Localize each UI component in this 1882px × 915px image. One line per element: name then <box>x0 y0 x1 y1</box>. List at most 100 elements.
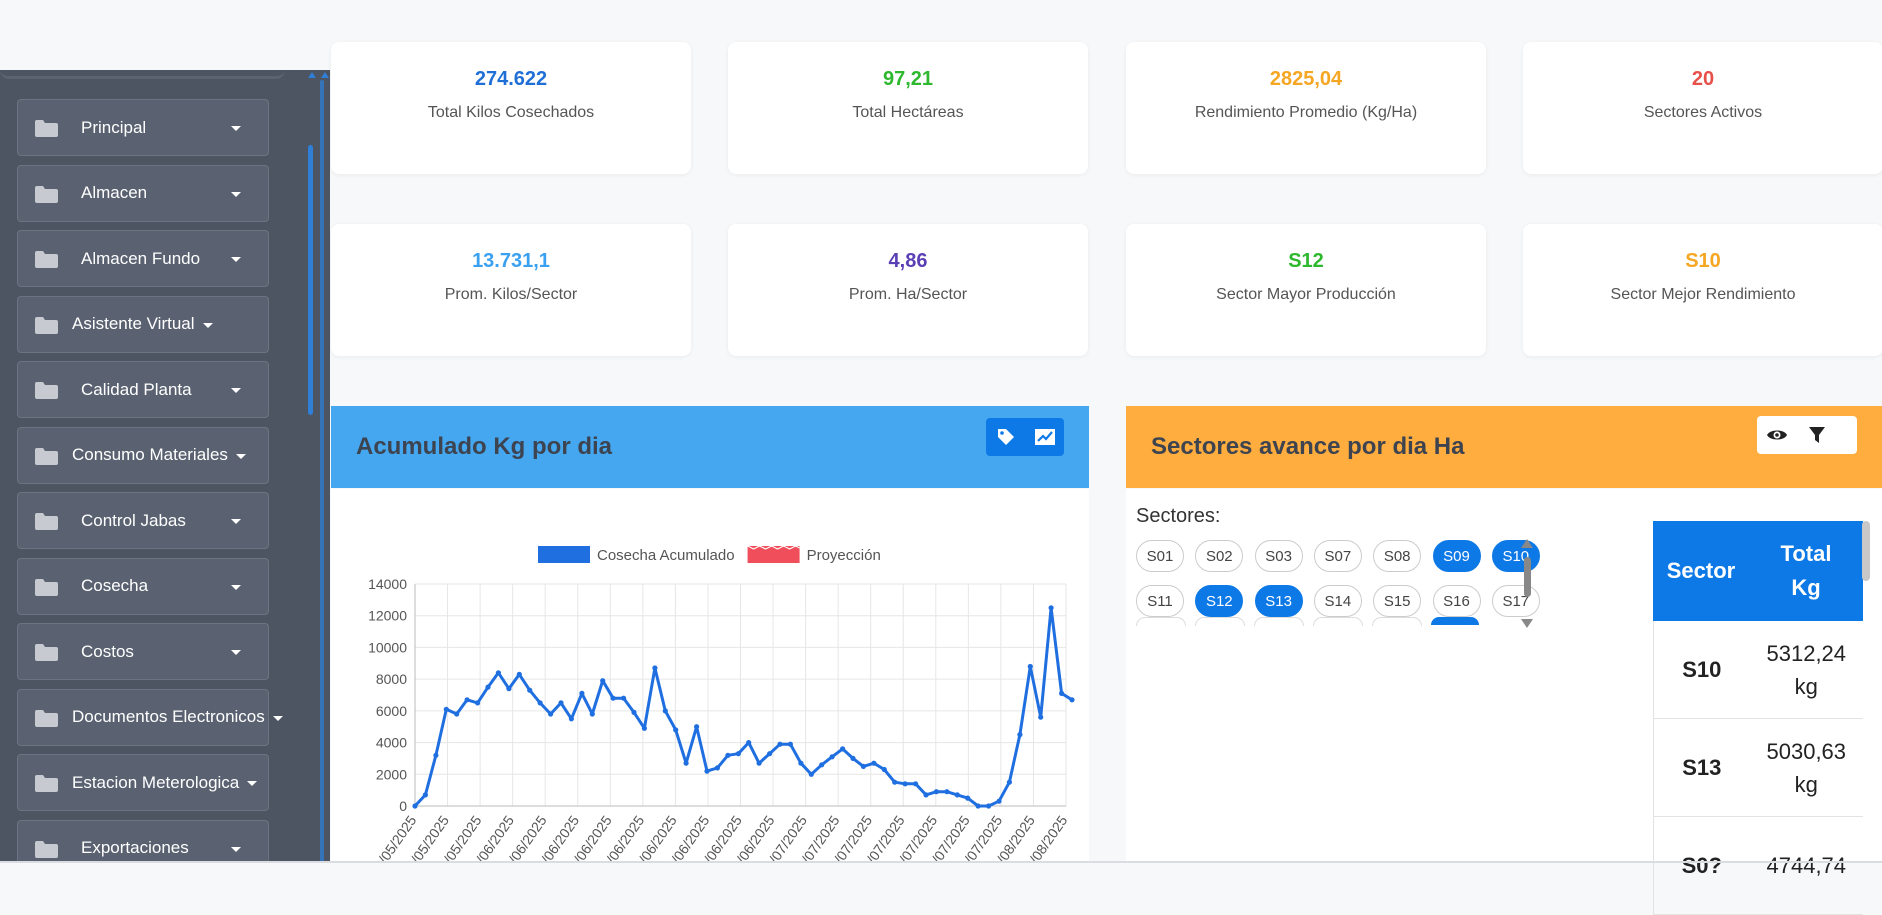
sector-chip-s14[interactable]: S14 <box>1313 585 1362 617</box>
folder-icon <box>35 513 58 530</box>
kpi-card: 4,86 Prom. Ha/Sector <box>728 224 1088 356</box>
sidebar-item-label: Costos <box>81 641 134 661</box>
data-point <box>506 686 512 692</box>
caret-down-icon <box>231 519 241 524</box>
sector-chip-s17[interactable]: S17 <box>1491 585 1540 617</box>
eye-button[interactable] <box>1757 416 1797 454</box>
filter-button[interactable] <box>1797 416 1837 454</box>
sector-panel-title: Sectores avance por dia Ha <box>1151 433 1465 460</box>
sector-chip-s03[interactable]: S03 <box>1254 540 1303 572</box>
data-point <box>454 711 460 717</box>
sector-chip-s15[interactable]: S15 <box>1373 585 1422 617</box>
sidebar-item-label: Principal <box>81 117 147 137</box>
table-cell-total: 5312,24 kg <box>1766 640 1847 699</box>
sector-chip-s08[interactable]: S08 <box>1373 540 1422 572</box>
data-point <box>1038 714 1044 720</box>
data-point <box>673 727 679 733</box>
eye-icon <box>1767 430 1787 440</box>
kpi-caption: Sectores Activos <box>1643 104 1763 121</box>
folder-icon <box>35 709 58 727</box>
chips-scroll-up-icon[interactable] <box>1521 539 1533 548</box>
data-point <box>735 751 741 757</box>
kpi-value: 20 <box>1691 68 1715 90</box>
caret-down-icon <box>236 453 246 459</box>
kpi-card: S12 Sector Mayor Producción <box>1126 224 1486 356</box>
sidebar-item-principal[interactable]: Principal <box>17 99 269 156</box>
folder-icon <box>35 840 58 858</box>
table-row: S13 5030,63 kg <box>1653 719 1863 817</box>
kpi-card: 2825,04 Rendimiento Promedio (Kg/Ha) <box>1126 42 1486 174</box>
chip-row-partial <box>1136 617 1496 633</box>
sector-chip-s01[interactable]: S01 <box>1136 540 1184 572</box>
sidebar-item-estacion-meterologica[interactable]: Estacion Meterologica <box>17 754 269 811</box>
data-point <box>767 751 773 757</box>
data-point <box>996 798 1002 804</box>
sidebar-item-asistente-virtual[interactable]: Asistente Virtual <box>17 295 269 353</box>
y-tick-label: 6000 <box>376 703 407 719</box>
data-point <box>913 781 919 787</box>
kpi-caption: Sector Mayor Producción <box>1216 286 1396 303</box>
sidebar-item-control-jabas[interactable]: Control Jabas <box>17 492 269 549</box>
sidebar-item-calidad-planta[interactable]: Calidad Planta <box>17 361 269 418</box>
data-point <box>777 741 783 747</box>
y-tick-label: 10000 <box>368 639 407 655</box>
kpi-value: 13.731,1 <box>472 250 550 272</box>
kpi-card: 97,21 Total Hectáreas <box>728 42 1088 174</box>
series-line <box>413 606 1073 808</box>
chart-line-icon <box>1034 429 1055 445</box>
sidebar-item-almacen-fundo[interactable]: Almacen Fundo <box>17 230 269 287</box>
sidebar-item-costos[interactable]: Costos <box>17 623 269 680</box>
sidebar-item-documentos-electronicos[interactable]: Documentos Electronicos <box>17 688 283 746</box>
y-tick-label: 4000 <box>376 735 407 751</box>
table-cell-sector: S10 <box>1682 656 1722 682</box>
sidebar-item-cosecha[interactable]: Cosecha <box>17 557 269 615</box>
data-point <box>1017 732 1023 738</box>
sidebar-item-consumo-materiales[interactable]: Consumo Materiales <box>17 426 269 484</box>
y-tick-label: 2000 <box>376 766 407 782</box>
chips-scroll-thumb[interactable] <box>1524 557 1531 597</box>
chart-line-button[interactable] <box>1025 418 1064 456</box>
chips-scroll-down-icon[interactable] <box>1521 619 1533 628</box>
legend-label: Proyección <box>807 547 881 564</box>
data-point <box>422 792 428 798</box>
sector-chip-s12[interactable]: S12 <box>1195 585 1244 617</box>
scrollbar-thumb[interactable] <box>308 145 313 415</box>
data-point <box>412 803 418 809</box>
sidebar-item-label: Consumo Materiales <box>72 445 228 464</box>
caret-down-icon <box>247 781 257 786</box>
sector-chip-s07[interactable]: S07 <box>1313 540 1362 572</box>
caret-down-icon <box>231 584 241 590</box>
folder-icon <box>35 316 58 334</box>
sector-chip-s16[interactable]: S16 <box>1432 585 1481 617</box>
tag-button[interactable] <box>986 418 1025 456</box>
data-point <box>1048 605 1054 611</box>
data-point <box>787 741 793 747</box>
sector-chip-s11[interactable]: S11 <box>1136 585 1184 617</box>
data-point <box>798 760 804 766</box>
chart-panel-body: 0 2000 4000 6000 8000 10000 12000 14000/05/2025… <box>331 489 1089 866</box>
table-scrollbar-thumb[interactable] <box>1862 521 1870 581</box>
caret-down-icon <box>273 715 283 721</box>
data-point <box>714 765 720 771</box>
sidebar-item-exportaciones[interactable]: Exportaciones <box>17 819 269 863</box>
sector-chip-s13[interactable]: S13 <box>1254 585 1303 617</box>
data-point <box>694 724 700 730</box>
kpi-caption: Sector Mejor Rendimiento <box>1610 286 1796 303</box>
data-point <box>516 671 522 677</box>
sidebar-item-almacen[interactable]: Almacen <box>17 164 269 222</box>
sidebar-menu: Principal Almacen Almacen Fundo Asistente V… <box>17 99 283 863</box>
data-point <box>683 760 689 766</box>
scroll-up-arrow-icon[interactable] <box>308 72 316 78</box>
data-point <box>610 695 616 701</box>
chart-panel-header: Acumulado Kg por dia <box>331 406 1089 488</box>
data-point <box>641 725 647 731</box>
folder-icon <box>35 382 58 399</box>
caret-down-icon <box>231 257 241 262</box>
sector-chip-s09[interactable]: S09 <box>1432 540 1481 572</box>
sector-chip-s02[interactable]: S02 <box>1195 540 1244 572</box>
filter-icon <box>1809 427 1825 443</box>
kpi-value: 2825,04 <box>1269 68 1343 90</box>
data-point <box>704 768 710 774</box>
scroll-up-arrow-icon[interactable] <box>321 72 329 78</box>
data-point <box>464 697 470 703</box>
